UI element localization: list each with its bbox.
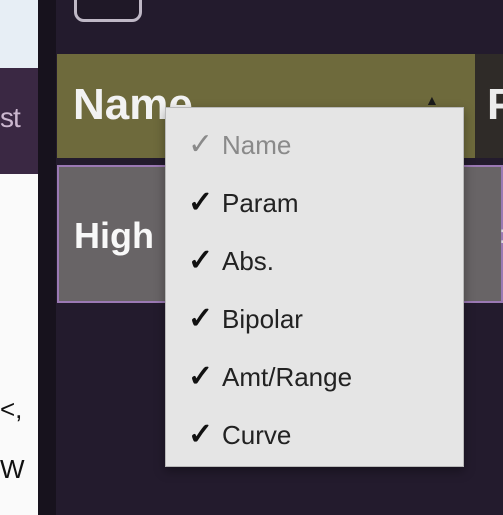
- checkmark-icon: ✓: [188, 186, 214, 219]
- menu-item-bipolar[interactable]: ✓ Bipolar: [166, 290, 463, 348]
- checkmark-icon: ✓: [188, 302, 214, 335]
- panel-divider: [38, 0, 56, 515]
- menu-item-curve[interactable]: ✓ Curve: [166, 406, 463, 464]
- left-band-text: st: [0, 102, 21, 133]
- menu-item-label: Param: [222, 187, 299, 218]
- menu-item-label: Amt/Range: [222, 361, 353, 392]
- left-text-2: W: [0, 454, 25, 484]
- menu-item-label: Name: [222, 129, 292, 160]
- checkmark-icon: ✓: [188, 418, 214, 451]
- left-top-area: [0, 0, 38, 68]
- menu-item-label: Curve: [222, 419, 292, 450]
- menu-item-name: ✓ Name: [166, 116, 463, 174]
- menu-item-amt-range[interactable]: ✓ Amt/Range: [166, 348, 463, 406]
- menu-item-abs[interactable]: ✓ Abs.: [166, 232, 463, 290]
- checkmark-icon: ✓: [188, 128, 214, 161]
- top-button[interactable]: [74, 0, 142, 22]
- checkmark-icon: ✓: [188, 244, 214, 277]
- table-row-name: High: [74, 215, 154, 256]
- column-visibility-menu: ✓ Name ✓ Param ✓ Abs. ✓ Bipolar ✓ Amt/Ra…: [165, 107, 464, 467]
- table-row-right-mark: :: [499, 219, 503, 250]
- sort-arrow-icon: ▲: [425, 92, 439, 108]
- checkmark-icon: ✓: [188, 360, 214, 393]
- column-header-next-label: P: [487, 80, 503, 129]
- menu-item-label: Abs.: [222, 245, 275, 276]
- menu-item-param[interactable]: ✓ Param: [166, 174, 463, 232]
- menu-item-label: Bipolar: [222, 303, 303, 334]
- left-text-1: <,: [0, 394, 23, 424]
